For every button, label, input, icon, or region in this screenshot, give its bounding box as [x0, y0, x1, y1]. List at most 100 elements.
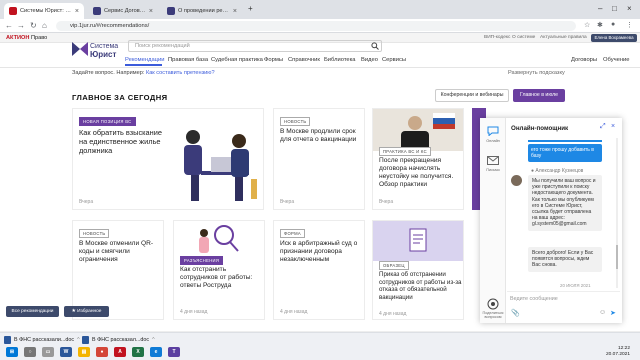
- word-doc-icon: [4, 336, 11, 344]
- article-card[interactable]: НОВАЯ ПОЗИЦИЯ ВС Как обратить взыскание …: [72, 108, 264, 210]
- menu-court-practice[interactable]: Судебная практика: [211, 57, 263, 63]
- court-photo-illustration: [373, 109, 463, 151]
- emoji-icon[interactable]: ☺: [599, 309, 606, 316]
- chat-date: 20 ИЮЛЯ 2021: [560, 283, 591, 288]
- menu-legal-base[interactable]: Правовая база: [168, 57, 208, 63]
- menu-reference[interactable]: Справочник: [288, 57, 320, 63]
- article-card[interactable]: ПРАКТИКА ВС И КС После прекращения догов…: [372, 108, 464, 210]
- reload-icon[interactable]: ↻: [30, 21, 37, 30]
- chrome-app-icon[interactable]: ●: [96, 347, 108, 357]
- sistema-yurist-logo-text[interactable]: Система Юрист: [90, 43, 118, 59]
- strip-link-vip[interactable]: ВИП-кодекс: [484, 35, 510, 40]
- expand-hint-link[interactable]: Развернуть подсказку: [508, 70, 565, 76]
- url-field[interactable]: vip.1jur.ru/#/recommendations/: [56, 21, 576, 31]
- chat-message-top-edge: [528, 140, 602, 142]
- card-tag: ОБРАЗЕЦ: [379, 261, 409, 270]
- all-recommendations-button[interactable]: Все рекомендации: [6, 306, 59, 317]
- mail-icon[interactable]: [487, 156, 499, 165]
- menu-library[interactable]: Библиотека: [324, 57, 356, 63]
- article-card[interactable]: РАЗЪЯСНЕНИЯ Как отстранить сотрудников о…: [173, 220, 265, 320]
- main-july-button[interactable]: Главное в июле: [513, 89, 565, 102]
- chat-scroll-thumb[interactable]: [616, 245, 618, 269]
- article-card[interactable]: ОБРАЗЕЦ Приказ об отстранении сотруднико…: [372, 220, 464, 320]
- close-window-icon[interactable]: ×: [627, 4, 632, 13]
- excel-app-icon[interactable]: X: [132, 347, 144, 357]
- send-icon[interactable]: ➤: [610, 309, 616, 317]
- chat-close-icon[interactable]: ×: [611, 123, 615, 130]
- back-icon[interactable]: ←: [5, 21, 13, 30]
- forward-icon[interactable]: →: [17, 21, 25, 30]
- card-date: 4 дня назад: [180, 309, 208, 315]
- new-tab-icon[interactable]: +: [248, 4, 253, 13]
- menu-training[interactable]: Обучение: [603, 57, 630, 63]
- close-tab-icon[interactable]: ×: [233, 8, 237, 15]
- download-item[interactable]: В ФНС рассказали...doc ^: [4, 335, 80, 345]
- chat-mail-label: Письмо: [486, 168, 500, 172]
- strip-link-about[interactable]: О системе: [512, 35, 535, 40]
- teams-app-icon[interactable]: T: [168, 347, 180, 357]
- browser-tab-3[interactable]: О проведении реки ерундиг... ×: [162, 3, 242, 19]
- article-card[interactable]: НОВОСТЬ В Москве отменили QR-коды и смяг…: [72, 220, 164, 320]
- article-card[interactable]: НОВОСТЬ В Москве продлили срок для отчет…: [273, 108, 365, 210]
- card-tag: НОВОСТЬ: [280, 117, 311, 126]
- conferences-button[interactable]: Конференции и вебинары: [435, 89, 509, 102]
- search-icon[interactable]: [371, 42, 379, 50]
- menu-recommendations[interactable]: Рекомендации: [125, 57, 164, 63]
- task-view-icon[interactable]: ▭: [42, 347, 54, 357]
- browser-menu-icon[interactable]: ⋮: [626, 21, 633, 29]
- card-title: В Москве отменили QR-коды и смягчили огр…: [79, 240, 154, 263]
- chat-message-input[interactable]: Ведите сообщение: [507, 291, 620, 305]
- whatsapp-icon[interactable]: [487, 298, 499, 310]
- chevron-up-icon[interactable]: ^: [152, 335, 155, 345]
- menu-video[interactable]: Видео: [361, 57, 378, 63]
- search-input[interactable]: Поиск рекомендаций: [128, 40, 382, 52]
- page-title: ГЛАВНОЕ ЗА СЕГОДНЯ: [72, 93, 168, 102]
- close-tab-icon[interactable]: ×: [149, 8, 153, 15]
- card-date: 4 дня назад: [280, 309, 308, 315]
- chevron-up-icon[interactable]: ^: [77, 335, 80, 345]
- card-tag: ФОРМА: [280, 229, 305, 238]
- download-item[interactable]: В ФНС рассказал...doc ^: [82, 335, 155, 345]
- strip-link-rules[interactable]: Актуальные правила: [540, 35, 587, 40]
- chat-title: Онлайн-помощник: [511, 125, 569, 132]
- profile-icon[interactable]: ●: [611, 21, 615, 28]
- menu-forms[interactable]: Формы: [264, 57, 283, 63]
- acrobat-app-icon[interactable]: A: [114, 347, 126, 357]
- file-explorer-icon[interactable]: ▤: [78, 347, 90, 357]
- star-icon[interactable]: ☆: [584, 21, 590, 29]
- menu-services[interactable]: Сервисы: [382, 57, 406, 63]
- maximize-icon[interactable]: □: [612, 4, 617, 13]
- extensions-icon[interactable]: ✱: [597, 21, 603, 29]
- chat-online-icon[interactable]: [487, 126, 499, 136]
- site-favicon-icon: [167, 7, 175, 15]
- operator-avatar: [511, 175, 522, 186]
- minimize-icon[interactable]: –: [598, 4, 602, 13]
- attach-icon[interactable]: 📎: [511, 309, 520, 317]
- favorites-button[interactable]: ★ Избранное: [64, 306, 109, 317]
- operator-message: Всего доброго! Если у Вас появятся вопро…: [528, 247, 602, 272]
- chat-expand-icon[interactable]: ⤢: [600, 123, 606, 131]
- browser-tab-2[interactable]: Сервис Договоры ×: [88, 3, 158, 19]
- ask-example-link[interactable]: Как составить претензию?: [146, 70, 215, 76]
- operator-message: Мы получили ваш вопрос и уже приступили …: [528, 175, 602, 231]
- card-tag: НОВОСТЬ: [79, 229, 110, 238]
- aktion-logo[interactable]: АКТИОН Право: [6, 35, 47, 41]
- edge-app-icon[interactable]: e: [150, 347, 162, 357]
- user-message: его тоже прошу добавить в базу: [528, 144, 602, 162]
- site-favicon-icon: [93, 7, 101, 15]
- home-icon[interactable]: ⌂: [42, 21, 47, 30]
- site-favicon-icon: [9, 7, 17, 15]
- account-button[interactable]: Елена Вохрамеева: [591, 34, 637, 42]
- sistema-yurist-logo-icon[interactable]: [72, 42, 88, 56]
- header-divider: [0, 67, 640, 68]
- word-app-icon[interactable]: W: [60, 347, 72, 357]
- browser-tab-1[interactable]: Системы Юрист: ВИП-кодекс ×: [4, 3, 84, 19]
- close-tab-icon[interactable]: ×: [75, 8, 79, 15]
- word-doc-icon: [82, 336, 89, 344]
- article-card[interactable]: ФОРМА Иск в арбитражный суд о признании …: [273, 220, 365, 320]
- search-taskbar-icon[interactable]: ○: [24, 347, 36, 357]
- chat-tools-row: 📎 ☺ ➤: [507, 306, 620, 323]
- menu-contracts[interactable]: Договоры: [571, 57, 597, 63]
- card-tag: РАЗЪЯСНЕНИЯ: [180, 256, 224, 265]
- windows-start-icon[interactable]: ⊞: [6, 347, 18, 357]
